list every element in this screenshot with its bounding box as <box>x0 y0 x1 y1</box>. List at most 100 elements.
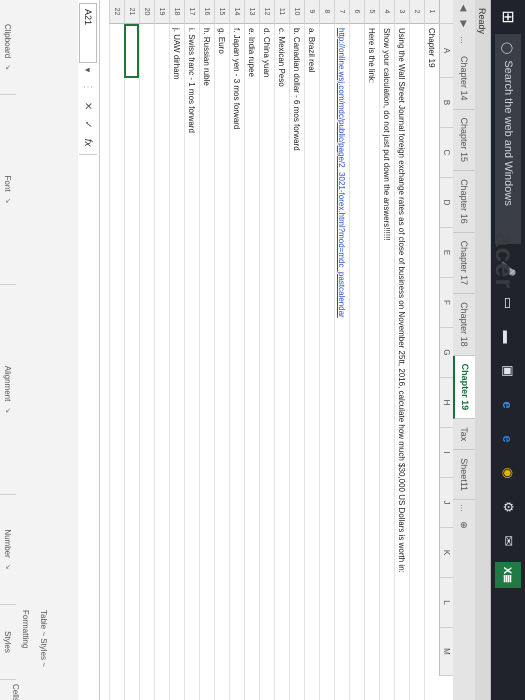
row-header[interactable]: 6 <box>349 0 364 24</box>
row-header[interactable]: 1 <box>424 0 439 24</box>
row-header[interactable]: 21 <box>124 0 139 24</box>
column-header[interactable]: G <box>439 328 453 378</box>
table-row: j. UAW dirham <box>169 24 184 700</box>
column-header[interactable]: M <box>439 628 453 676</box>
sheet-tab[interactable]: Sheet11 <box>453 450 475 501</box>
row-header[interactable]: 13 <box>244 0 259 24</box>
column-header[interactable]: L <box>439 578 453 628</box>
task-view-icon[interactable]: ▭ <box>495 290 521 316</box>
row-header[interactable]: 19 <box>154 0 169 24</box>
row-header[interactable]: 11 <box>274 0 289 24</box>
search-circle-icon: ◯ <box>501 42 514 55</box>
number-launcher-icon[interactable]: ↘ <box>4 564 12 570</box>
row-header[interactable]: 2 <box>409 0 424 24</box>
clipboard-launcher-icon[interactable]: ↘ <box>4 64 12 70</box>
cancel-formula-icon[interactable]: ✕ <box>83 102 94 110</box>
font-launcher-icon[interactable]: ↘ <box>4 198 12 204</box>
table-row: Here is the link: <box>364 24 379 700</box>
row-header[interactable]: 20 <box>139 0 154 24</box>
conditional-formatting-text[interactable]: Formatting <box>21 610 30 648</box>
styles-text[interactable]: Table ~ Styles ~ <box>39 610 48 667</box>
row-header[interactable]: 14 <box>229 0 244 24</box>
table-row: c. Mexican Peso <box>274 24 289 700</box>
taskbar-search-box[interactable]: ◯ Search the web and Windows <box>495 34 521 244</box>
table-row: Using the Wall Street Journal foreign ex… <box>394 24 409 700</box>
cell-a: g. Euro <box>217 28 226 54</box>
mail-icon[interactable]: ✉ <box>495 528 521 554</box>
select-all-corner[interactable] <box>439 0 453 24</box>
table-row <box>154 24 169 700</box>
cells-group-label: Cells <box>11 684 20 700</box>
alignment-launcher-icon[interactable]: ↘ <box>4 407 12 413</box>
cell-a: h. Russian ruble <box>202 28 211 86</box>
hyperlink-cell[interactable]: http://online.wsj.com/mdc/public/page/2_… <box>334 28 349 318</box>
column-header[interactable]: A <box>439 24 453 78</box>
sheet-tab[interactable]: Chapter 16 <box>453 171 475 233</box>
row-header[interactable]: 3 <box>394 0 409 24</box>
table-row: d. China yuan <box>259 24 274 700</box>
ribbon-group-label-styles: Styles <box>3 631 13 653</box>
row-header[interactable]: 16 <box>199 0 214 24</box>
column-header[interactable]: I <box>439 428 453 478</box>
column-header[interactable]: H <box>439 378 453 428</box>
column-header[interactable]: D <box>439 178 453 228</box>
name-box-dropdown-icon[interactable]: ▼ <box>84 66 93 74</box>
selected-cell-a21[interactable] <box>124 24 139 78</box>
sheet-tab-bar: ◀ ▶ ... Chapter 14 Chapter 15 Chapter 16 Ch… <box>452 0 475 700</box>
chrome-icon[interactable]: ◉ <box>495 460 521 486</box>
column-header[interactable]: K <box>439 528 453 578</box>
row-header[interactable]: 8 <box>319 0 334 24</box>
name-box[interactable]: A21 <box>79 3 97 63</box>
sheet-tab[interactable]: Chapter 14 <box>453 48 475 110</box>
windows-start-icon[interactable]: ⊞ <box>491 0 525 34</box>
sheet-scroll-left-icon[interactable]: ◀ <box>453 0 475 16</box>
formula-bar: A21 ▼ ⋮ ✕ ✓ fx <box>76 0 100 700</box>
table-row <box>409 24 424 700</box>
column-header[interactable]: J <box>439 478 453 528</box>
row-header[interactable]: 15 <box>214 0 229 24</box>
sheet-scroll-right-icon[interactable]: ▶ <box>453 16 475 32</box>
excel-icon[interactable]: X≣ <box>495 562 521 588</box>
store-icon[interactable]: ▣ <box>495 358 521 384</box>
ribbon-group-number: Number ↘ <box>0 495 16 605</box>
row-header[interactable]: 18 <box>169 0 184 24</box>
sheet-tab[interactable]: Chapter 19 <box>453 355 475 420</box>
settings-icon[interactable]: ⚙ <box>495 494 521 520</box>
edge-icon[interactable]: e <box>495 392 521 418</box>
cell-a: d. China yuan <box>262 28 271 78</box>
sheet-tabs-more-right[interactable]: ... <box>453 500 475 516</box>
row-header[interactable]: 17 <box>184 0 199 24</box>
cell-a: e. India rupee <box>247 28 256 77</box>
insert-function-icon[interactable]: fx <box>83 139 94 147</box>
sheet-tabs-more-left[interactable]: ... <box>453 32 475 48</box>
sheet-tab[interactable]: Tax <box>453 419 475 451</box>
table-row <box>139 24 154 700</box>
enter-formula-icon[interactable]: ✓ <box>83 120 94 128</box>
formula-input[interactable] <box>79 154 97 700</box>
sheet-tab[interactable]: Chapter 15 <box>453 109 475 172</box>
cell-a: Here is the link: <box>367 28 376 84</box>
worksheet-grid[interactable]: A B C D E F G H I J K L M 1 Chapter 19 2 3 Using the Wall… <box>100 0 453 700</box>
table-row <box>124 24 139 700</box>
ribbon-group-alignment: Alignment ↘ <box>0 285 16 495</box>
column-header[interactable]: E <box>439 228 453 278</box>
row-header[interactable]: 9 <box>304 0 319 24</box>
row-header[interactable]: 4 <box>379 0 394 24</box>
row-header[interactable]: 22 <box>109 0 124 24</box>
row-header[interactable]: 12 <box>259 0 274 24</box>
row-header[interactable]: 5 <box>364 0 379 24</box>
column-header[interactable]: B <box>439 78 453 128</box>
sheet-tab[interactable]: Chapter 18 <box>453 294 475 356</box>
ribbon-group-clipboard: Clipboard ↘ <box>0 0 16 95</box>
ie-icon[interactable]: e <box>495 426 521 452</box>
row-header[interactable]: 10 <box>289 0 304 24</box>
taskbar: ⊞ ◯ Search the web and Windows 🎤 ▭ ▬ ▣ e… <box>491 0 525 700</box>
formula-separator: ⋮ <box>82 81 94 92</box>
row-header[interactable]: 7 <box>334 0 349 24</box>
add-sheet-icon[interactable]: ⊕ <box>453 516 475 534</box>
table-row: f. Japan yen - 3 mos forward <box>229 24 244 700</box>
column-header[interactable]: C <box>439 128 453 178</box>
column-header[interactable]: F <box>439 278 453 328</box>
file-explorer-icon[interactable]: ▬ <box>495 324 521 350</box>
sheet-tab[interactable]: Chapter 17 <box>453 232 475 295</box>
